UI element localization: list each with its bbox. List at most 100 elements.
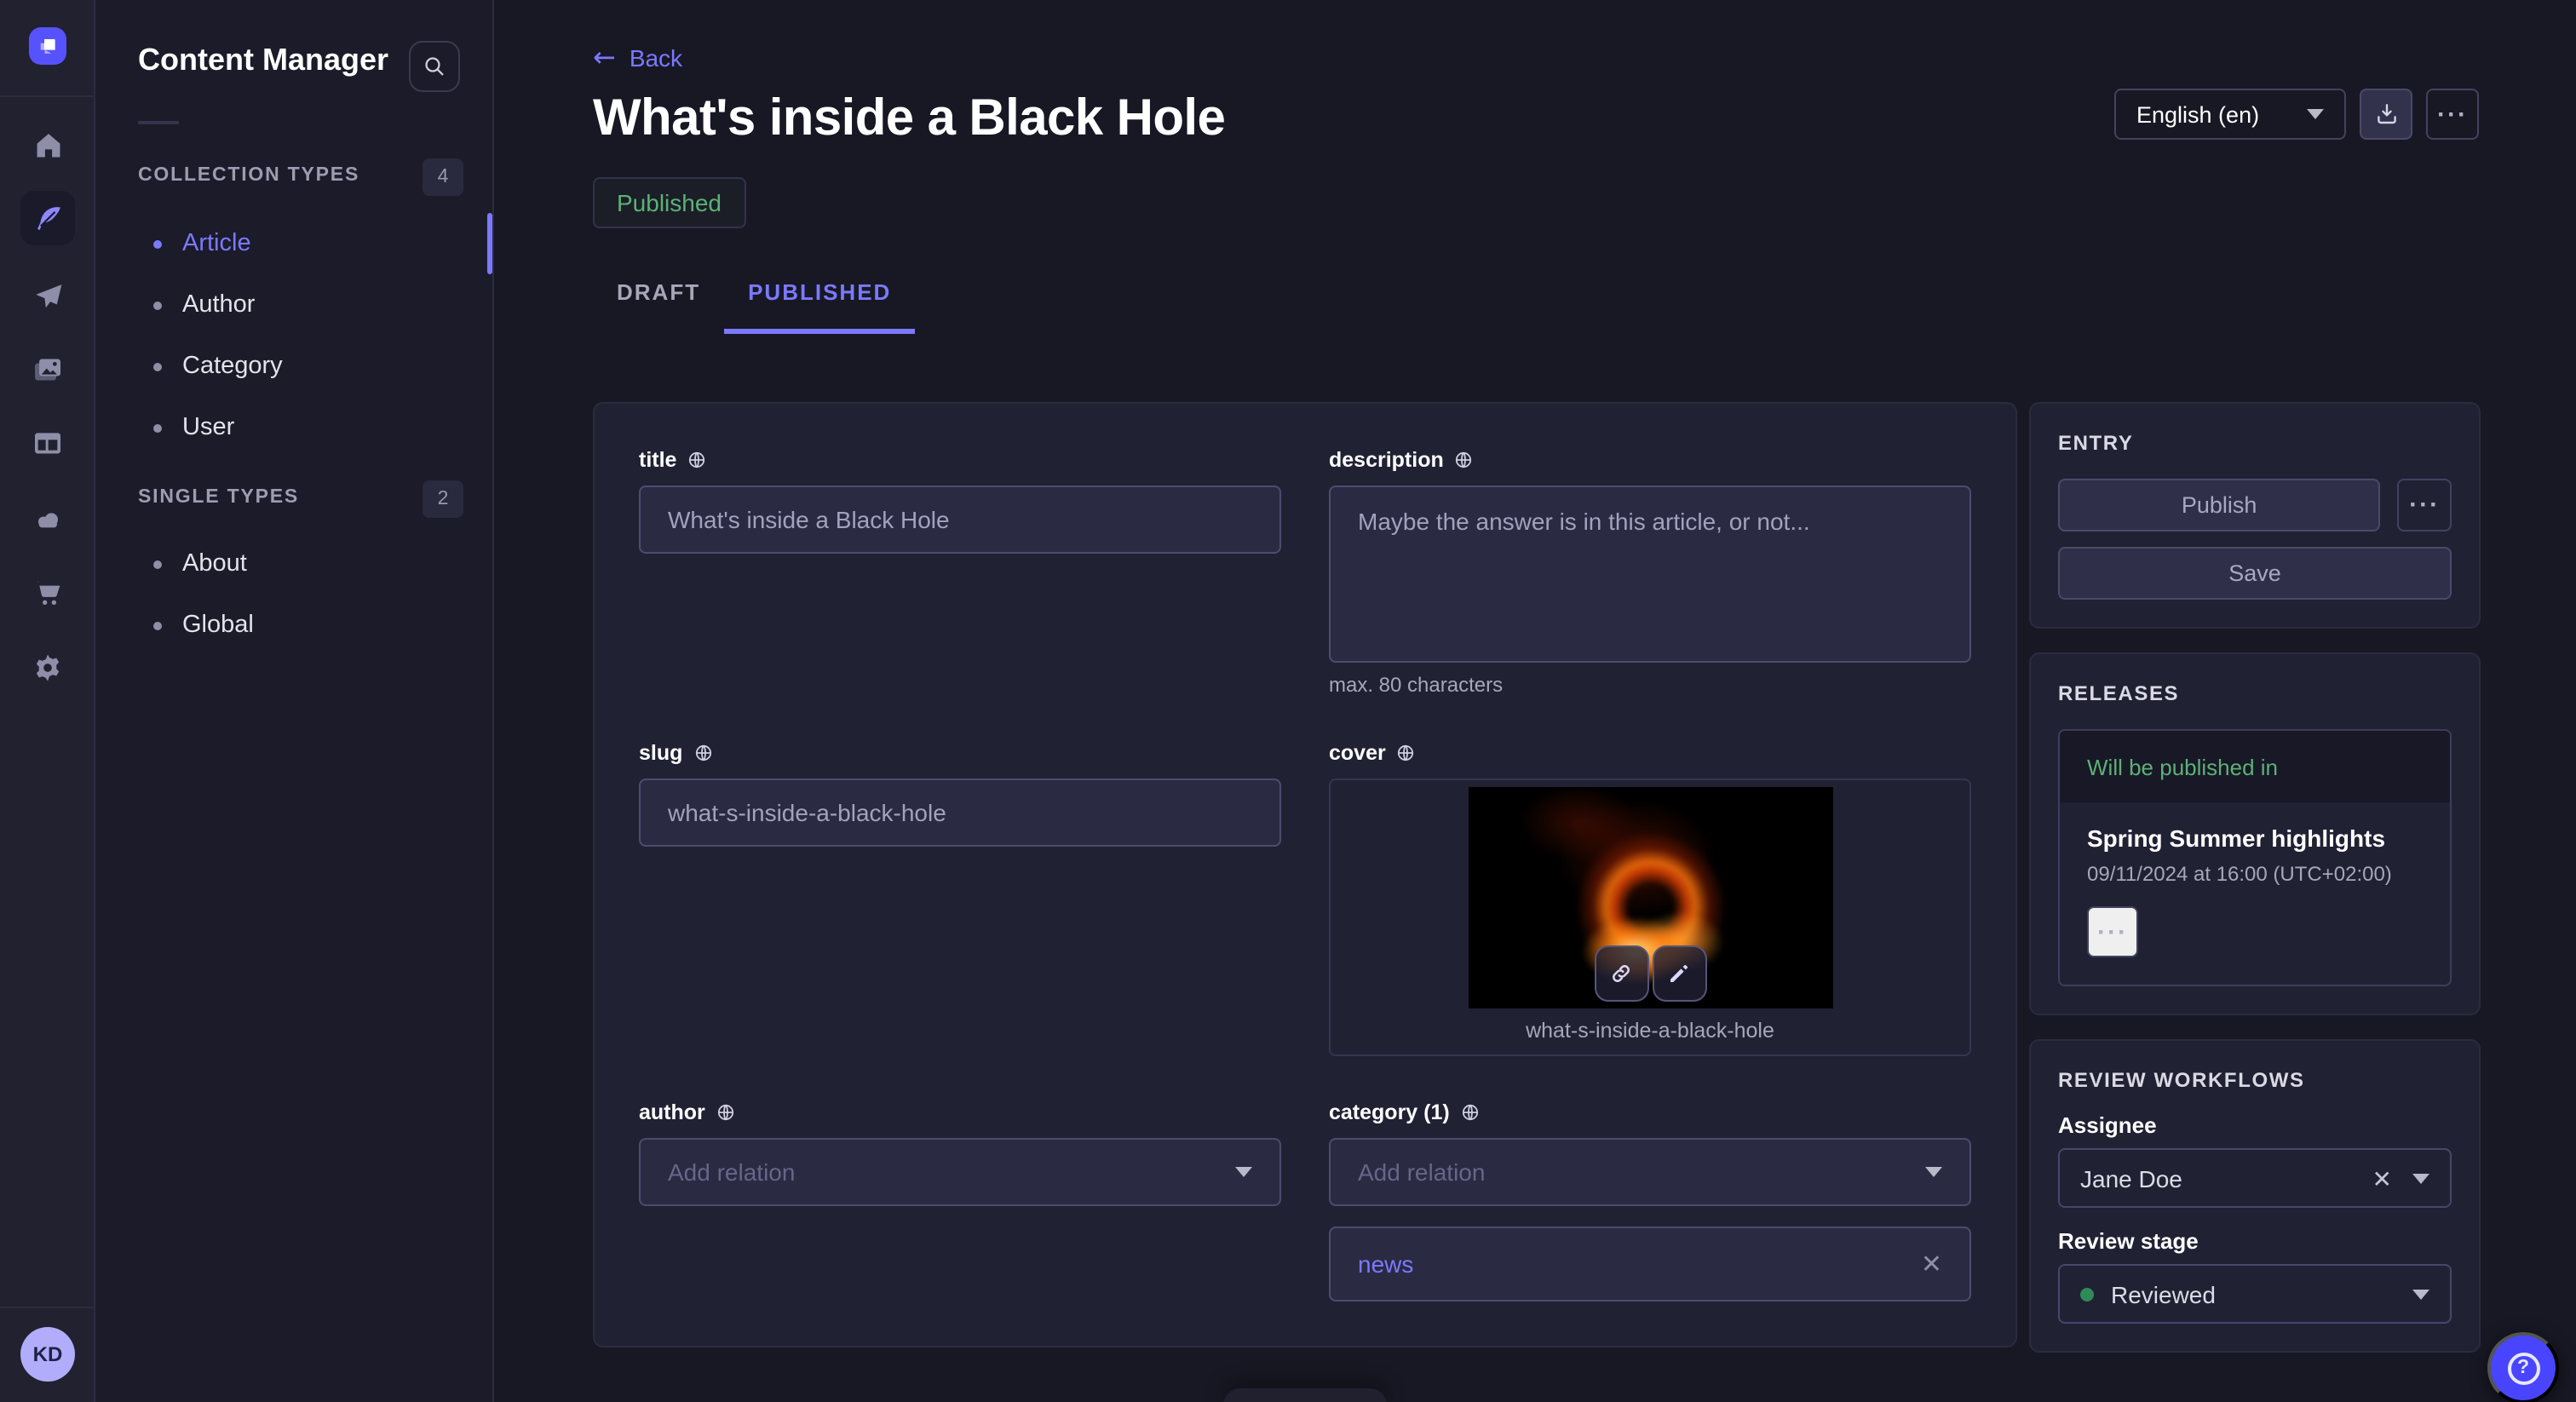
save-button[interactable]: Save [2058,547,2452,600]
cover-label: cover [1329,741,1386,765]
field-cover: cover [1329,741,1971,1056]
review-workflows-heading: REVIEW WORKFLOWS [2058,1068,2452,1092]
release-more-button[interactable]: ··· [2087,906,2138,957]
title-input[interactable]: What's inside a Black Hole [639,486,1281,554]
sidebar-item-releases[interactable] [20,269,75,324]
sidebar-item-content-type-builder[interactable] [20,416,75,470]
main-content: ← Back What's inside a Black Hole Publis… [494,0,2576,1402]
review-workflows-panel: REVIEW WORKFLOWS Assignee Jane Doe ✕ Rev… [2029,1039,2481,1353]
entry-more-button[interactable]: ··· [2397,479,2452,531]
version-tabs: DRAFT PUBLISHED [593,256,915,334]
locale-globe-icon [687,450,707,470]
scrolled-panel-peek [1223,1388,1387,1402]
content-manager-subnav: Content Manager COLLECTION TYPES 4 Artic… [95,0,494,1402]
collection-types-count: 4 [423,158,463,196]
subnav-item-article[interactable]: Article [95,213,494,274]
review-stage-select[interactable]: Reviewed [2058,1264,2452,1324]
entry-form-panel: title What's inside a Black Hole descrip… [593,402,2017,1347]
bullet-icon [153,239,162,248]
app-window: KD Content Manager COLLECTION TYPES 4 Ar… [0,0,2576,1402]
bullet-icon [153,362,162,371]
assignee-label: Assignee [2058,1112,2452,1138]
more-icon: ··· [2409,492,2440,518]
field-slug: slug what-s-inside-a-black-hole [639,741,1281,847]
clear-assignee-icon[interactable]: ✕ [2372,1166,2392,1190]
active-item-indicator [487,213,492,274]
more-icon: ··· [2097,919,2128,945]
remove-relation-icon[interactable]: ✕ [1921,1251,1942,1277]
strapi-logo-icon [34,32,61,60]
locale-globe-icon [716,1102,736,1123]
user-avatar[interactable]: KD [20,1327,75,1382]
title-label: title [639,448,676,472]
locale-globe-icon [1454,450,1475,470]
sidebar-item-content-manager[interactable] [20,191,75,245]
locale-globe-icon [693,743,713,763]
search-icon [421,53,448,80]
slug-label: slug [639,741,682,765]
more-icon: ··· [2437,101,2468,127]
pencil-icon [1666,961,1692,986]
entry-panel: ENTRY Publish ··· Save [2029,402,2481,629]
releases-panel: RELEASES Will be published in Spring Sum… [2029,652,2481,1015]
assignee-combobox[interactable]: Jane Doe ✕ [2058,1148,2452,1208]
subnav-item-global[interactable]: Global [95,595,494,656]
subnav-item-user[interactable]: User [95,397,494,458]
tab-published[interactable]: PUBLISHED [724,256,915,334]
release-card: Will be published in Spring Summer highl… [2058,729,2452,986]
question-mark-icon: ? [2507,1352,2539,1384]
publish-button[interactable]: Publish [2058,479,2380,531]
bullet-icon [153,560,162,568]
sidebar-item-settings[interactable] [20,641,75,695]
cover-media-card: what-s-inside-a-black-hole [1329,779,1971,1056]
sidebar-item-marketplace[interactable] [20,566,75,620]
locale-globe-icon [1460,1102,1481,1123]
status-badge: Published [593,177,745,228]
subnav-item-about[interactable]: About [95,533,494,595]
help-button[interactable]: ? [2487,1332,2559,1402]
relation-link[interactable]: news [1358,1250,1921,1278]
category-relation-select[interactable]: Add relation [1329,1138,1971,1206]
field-description: description Maybe the answer is in this … [1329,448,1971,697]
description-label: description [1329,448,1444,472]
gear-icon [31,651,65,685]
cover-image-actions [1594,945,1706,1002]
strapi-logo[interactable] [29,27,66,65]
field-author: author Add relation [639,1100,1281,1206]
sidebar-item-deploy[interactable] [20,492,75,547]
subnav-item-category[interactable]: Category [95,336,494,397]
edit-media-button[interactable] [1652,945,1706,1002]
chevron-down-icon [1235,1167,1252,1177]
slug-input[interactable]: what-s-inside-a-black-hole [639,779,1281,847]
back-link[interactable]: ← Back [593,44,682,72]
cloud-icon [31,503,65,537]
author-relation-select[interactable]: Add relation [639,1138,1281,1206]
entry-sidebar: ENTRY Publish ··· Save RELEASES Will be … [2029,402,2481,1376]
category-label: category (1) [1329,1100,1450,1124]
page-title: What's inside a Black Hole [593,90,1225,148]
chevron-down-icon [1925,1167,1942,1177]
locale-globe-icon [1396,743,1417,763]
tab-draft[interactable]: DRAFT [593,256,724,334]
back-arrow-icon: ← [593,44,616,72]
description-textarea[interactable]: Maybe the answer is in this article, or … [1329,486,1971,663]
content-manager-icon [32,202,64,234]
media-library-icon [31,353,65,387]
export-button[interactable] [2360,89,2412,140]
relation-item-news: news ✕ [1329,1227,1971,1301]
rail-divider [0,95,95,97]
locale-select[interactable]: English (en) [2114,89,2346,140]
subnav-divider [138,121,179,124]
release-title: Spring Summer highlights [2087,825,2423,852]
single-types-count: 2 [423,480,463,518]
more-options-button[interactable]: ··· [2426,89,2479,140]
sidebar-item-media-library[interactable] [20,342,75,397]
stage-status-dot [2080,1287,2094,1301]
description-hint: max. 80 characters [1329,673,1971,697]
copy-link-button[interactable] [1594,945,1648,1002]
chevron-down-icon [2412,1289,2429,1299]
subnav-item-author[interactable]: Author [95,274,494,336]
search-button[interactable] [409,41,460,92]
chevron-down-icon [2307,109,2324,119]
sidebar-item-home[interactable] [20,118,75,172]
